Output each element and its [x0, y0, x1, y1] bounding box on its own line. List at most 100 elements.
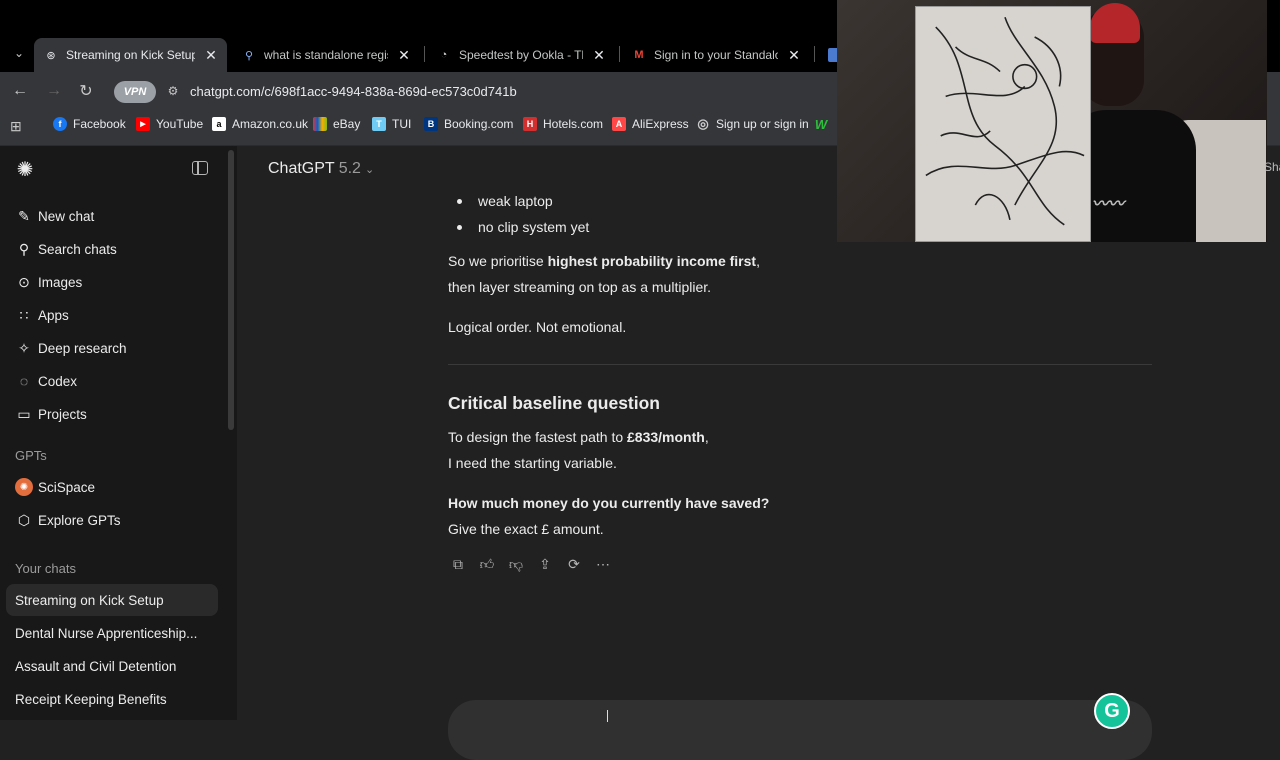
- bookmark-label: Facebook: [73, 117, 126, 131]
- codex-icon: ◌: [19, 373, 29, 389]
- message-actions: ⧉ 👍︎ 👎︎ ⇪ ⟳ ⋯: [448, 554, 613, 574]
- tui-icon: T: [372, 117, 386, 131]
- bullet-dot: [457, 198, 462, 204]
- more-icon[interactable]: ⋯: [593, 554, 613, 574]
- projects-icon: ▭: [17, 405, 31, 422]
- chevron-down-icon: ⌄: [364, 163, 375, 176]
- tab-title: Streaming on Kick Setup: [66, 48, 195, 62]
- address-bar[interactable]: chatgpt.com/c/698f1acc-9494-838a-869d-ec…: [190, 84, 517, 99]
- bold-text: £833/month: [627, 429, 705, 445]
- sidebar-item-apps[interactable]: ∷ Apps: [6, 300, 218, 330]
- sidebar-item-explore-gpts[interactable]: ⬡ Explore GPTs: [6, 505, 218, 535]
- section-heading: Critical baseline question: [448, 393, 660, 413]
- bookmark-hotels[interactable]: H Hotels.com: [523, 117, 603, 131]
- close-tab-icon[interactable]: ✕: [589, 45, 609, 65]
- tab-speedtest[interactable]: ◔ Speedtest by Ookla - The Global ✕: [427, 38, 615, 72]
- text-cursor: [607, 710, 613, 722]
- chat-item[interactable]: Receipt Keeping Benefits: [6, 683, 218, 715]
- text: I need the starting variable.: [448, 455, 617, 471]
- tab-standalone-registration[interactable]: ⚲ what is standalone registration ✕: [232, 38, 420, 72]
- thumbs-up-icon[interactable]: 👍︎: [477, 554, 497, 574]
- ebay-icon: [313, 117, 327, 131]
- webcam-drawing-sketch: [925, 16, 1085, 226]
- apps-grid-icon[interactable]: ⊞: [10, 118, 22, 135]
- tab-search-dropdown-icon[interactable]: ⌄: [8, 42, 30, 64]
- message-composer[interactable]: [448, 700, 1152, 760]
- facebook-icon: f: [53, 117, 67, 131]
- bookmark-label: Booking.com: [444, 117, 514, 131]
- bookmark-aliexpress[interactable]: A AliExpress: [612, 117, 689, 131]
- bookmark-partial[interactable]: W: [814, 117, 834, 132]
- bookmark-amazon[interactable]: a Amazon.co.uk: [212, 117, 308, 131]
- bold-text: highest probability income first: [547, 253, 757, 269]
- close-tab-icon[interactable]: ✕: [201, 45, 221, 65]
- chat-item[interactable]: Streaming on Kick Setup: [6, 584, 218, 616]
- text: To design the fastest path to: [448, 429, 628, 445]
- bookmark-label: AliExpress: [632, 117, 689, 131]
- regenerate-icon[interactable]: ⟳: [564, 554, 584, 574]
- sidebar-item-images[interactable]: ⊙ Images: [6, 267, 218, 297]
- sidebar-item-deep-research[interactable]: ✧ Deep research: [6, 333, 218, 363]
- sidebar-item-new-chat[interactable]: ✎ New chat: [6, 201, 218, 231]
- bookmark-facebook[interactable]: f Facebook: [53, 117, 126, 131]
- tab-streaming-on-kick-setup[interactable]: ⊛ Streaming on Kick Setup ✕: [34, 38, 227, 72]
- sidebar-item-label: Apps: [38, 307, 69, 323]
- your-chats-heading: Your chats: [15, 561, 76, 576]
- site-info-icon[interactable]: ⚙: [164, 82, 182, 100]
- sidebar-item-projects[interactable]: ▭ Projects: [6, 399, 218, 429]
- text: ,: [704, 429, 709, 445]
- sidebar-scrollbar[interactable]: [228, 150, 234, 430]
- paragraph-design: To design the fastest path to £833/month…: [448, 424, 709, 476]
- model-selector[interactable]: ChatGPT 5.2 ⌄: [268, 160, 374, 178]
- bookmark-sign-up[interactable]: ◎ Sign up or sign in: [696, 116, 808, 131]
- sidebar-item-label: Images: [38, 274, 83, 290]
- tab-title: Speedtest by Ookla - The Global: [459, 48, 583, 62]
- globe-icon: ◎: [697, 116, 709, 131]
- hotels-icon: H: [523, 117, 537, 131]
- scispace-icon: ✺: [15, 478, 33, 496]
- webcam-shirt-logo: 〰〰: [1092, 196, 1125, 213]
- thumbs-down-icon[interactable]: 👎︎: [506, 554, 526, 574]
- paragraph-logical-order: Logical order. Not emotional.: [448, 319, 627, 335]
- amazon-icon: a: [212, 117, 226, 131]
- sidebar-toggle-icon[interactable]: [192, 161, 208, 175]
- vpn-badge[interactable]: VPN: [114, 81, 156, 103]
- tab-partial[interactable]: [818, 38, 842, 72]
- divider: [448, 364, 1152, 365]
- chat-item[interactable]: Assault and Civil Detention: [6, 650, 218, 682]
- sidebar-item-label: SciSpace: [38, 479, 96, 495]
- reload-icon[interactable]: ↻: [75, 80, 97, 102]
- apps-icon: ∷: [19, 306, 29, 323]
- share-icon[interactable]: ⇪: [535, 554, 555, 574]
- sidebar-item-scispace[interactable]: ✺ SciSpace: [6, 472, 218, 502]
- tab-title: Sign in to your Standalone: [654, 48, 778, 62]
- grammarly-icon[interactable]: G: [1094, 693, 1130, 729]
- list-item-text: weak laptop: [478, 193, 553, 209]
- bullet-dot: [457, 224, 462, 230]
- close-tab-icon[interactable]: ✕: [784, 45, 804, 65]
- text: So we prioritise: [448, 253, 548, 269]
- bookmark-booking[interactable]: B Booking.com: [424, 117, 513, 131]
- sidebar-item-search-chats[interactable]: ⚲ Search chats: [6, 234, 218, 264]
- text: Give the exact £ amount.: [448, 521, 604, 537]
- sidebar-item-codex[interactable]: ◌ Codex: [6, 366, 218, 396]
- tab-separator: [619, 46, 620, 62]
- back-icon[interactable]: ←: [9, 80, 31, 102]
- sidebar-item-label: New chat: [38, 208, 95, 224]
- sidebar-item-label: Codex: [38, 373, 78, 389]
- bookmark-label: YouTube: [156, 117, 204, 131]
- close-tab-icon[interactable]: ✕: [394, 45, 414, 65]
- copy-icon[interactable]: ⧉: [448, 554, 468, 574]
- chatgpt-icon: ⊛: [46, 49, 56, 62]
- chat-item[interactable]: Dental Nurse Apprenticeship...: [6, 617, 218, 649]
- forward-icon[interactable]: →: [43, 80, 65, 102]
- aliexpress-icon: A: [612, 117, 626, 131]
- images-icon: ⊙: [18, 273, 30, 290]
- bookmark-label: Amazon.co.uk: [232, 117, 309, 131]
- tab-separator: [814, 46, 815, 62]
- openai-logo-icon[interactable]: ✺: [14, 158, 36, 181]
- tab-sign-in-standalone[interactable]: M Sign in to your Standalone ✕: [622, 38, 810, 72]
- bookmark-youtube[interactable]: ▶ YouTube: [136, 117, 203, 131]
- bookmark-tui[interactable]: T TUI: [372, 117, 411, 131]
- bookmark-ebay[interactable]: eBay: [313, 117, 360, 131]
